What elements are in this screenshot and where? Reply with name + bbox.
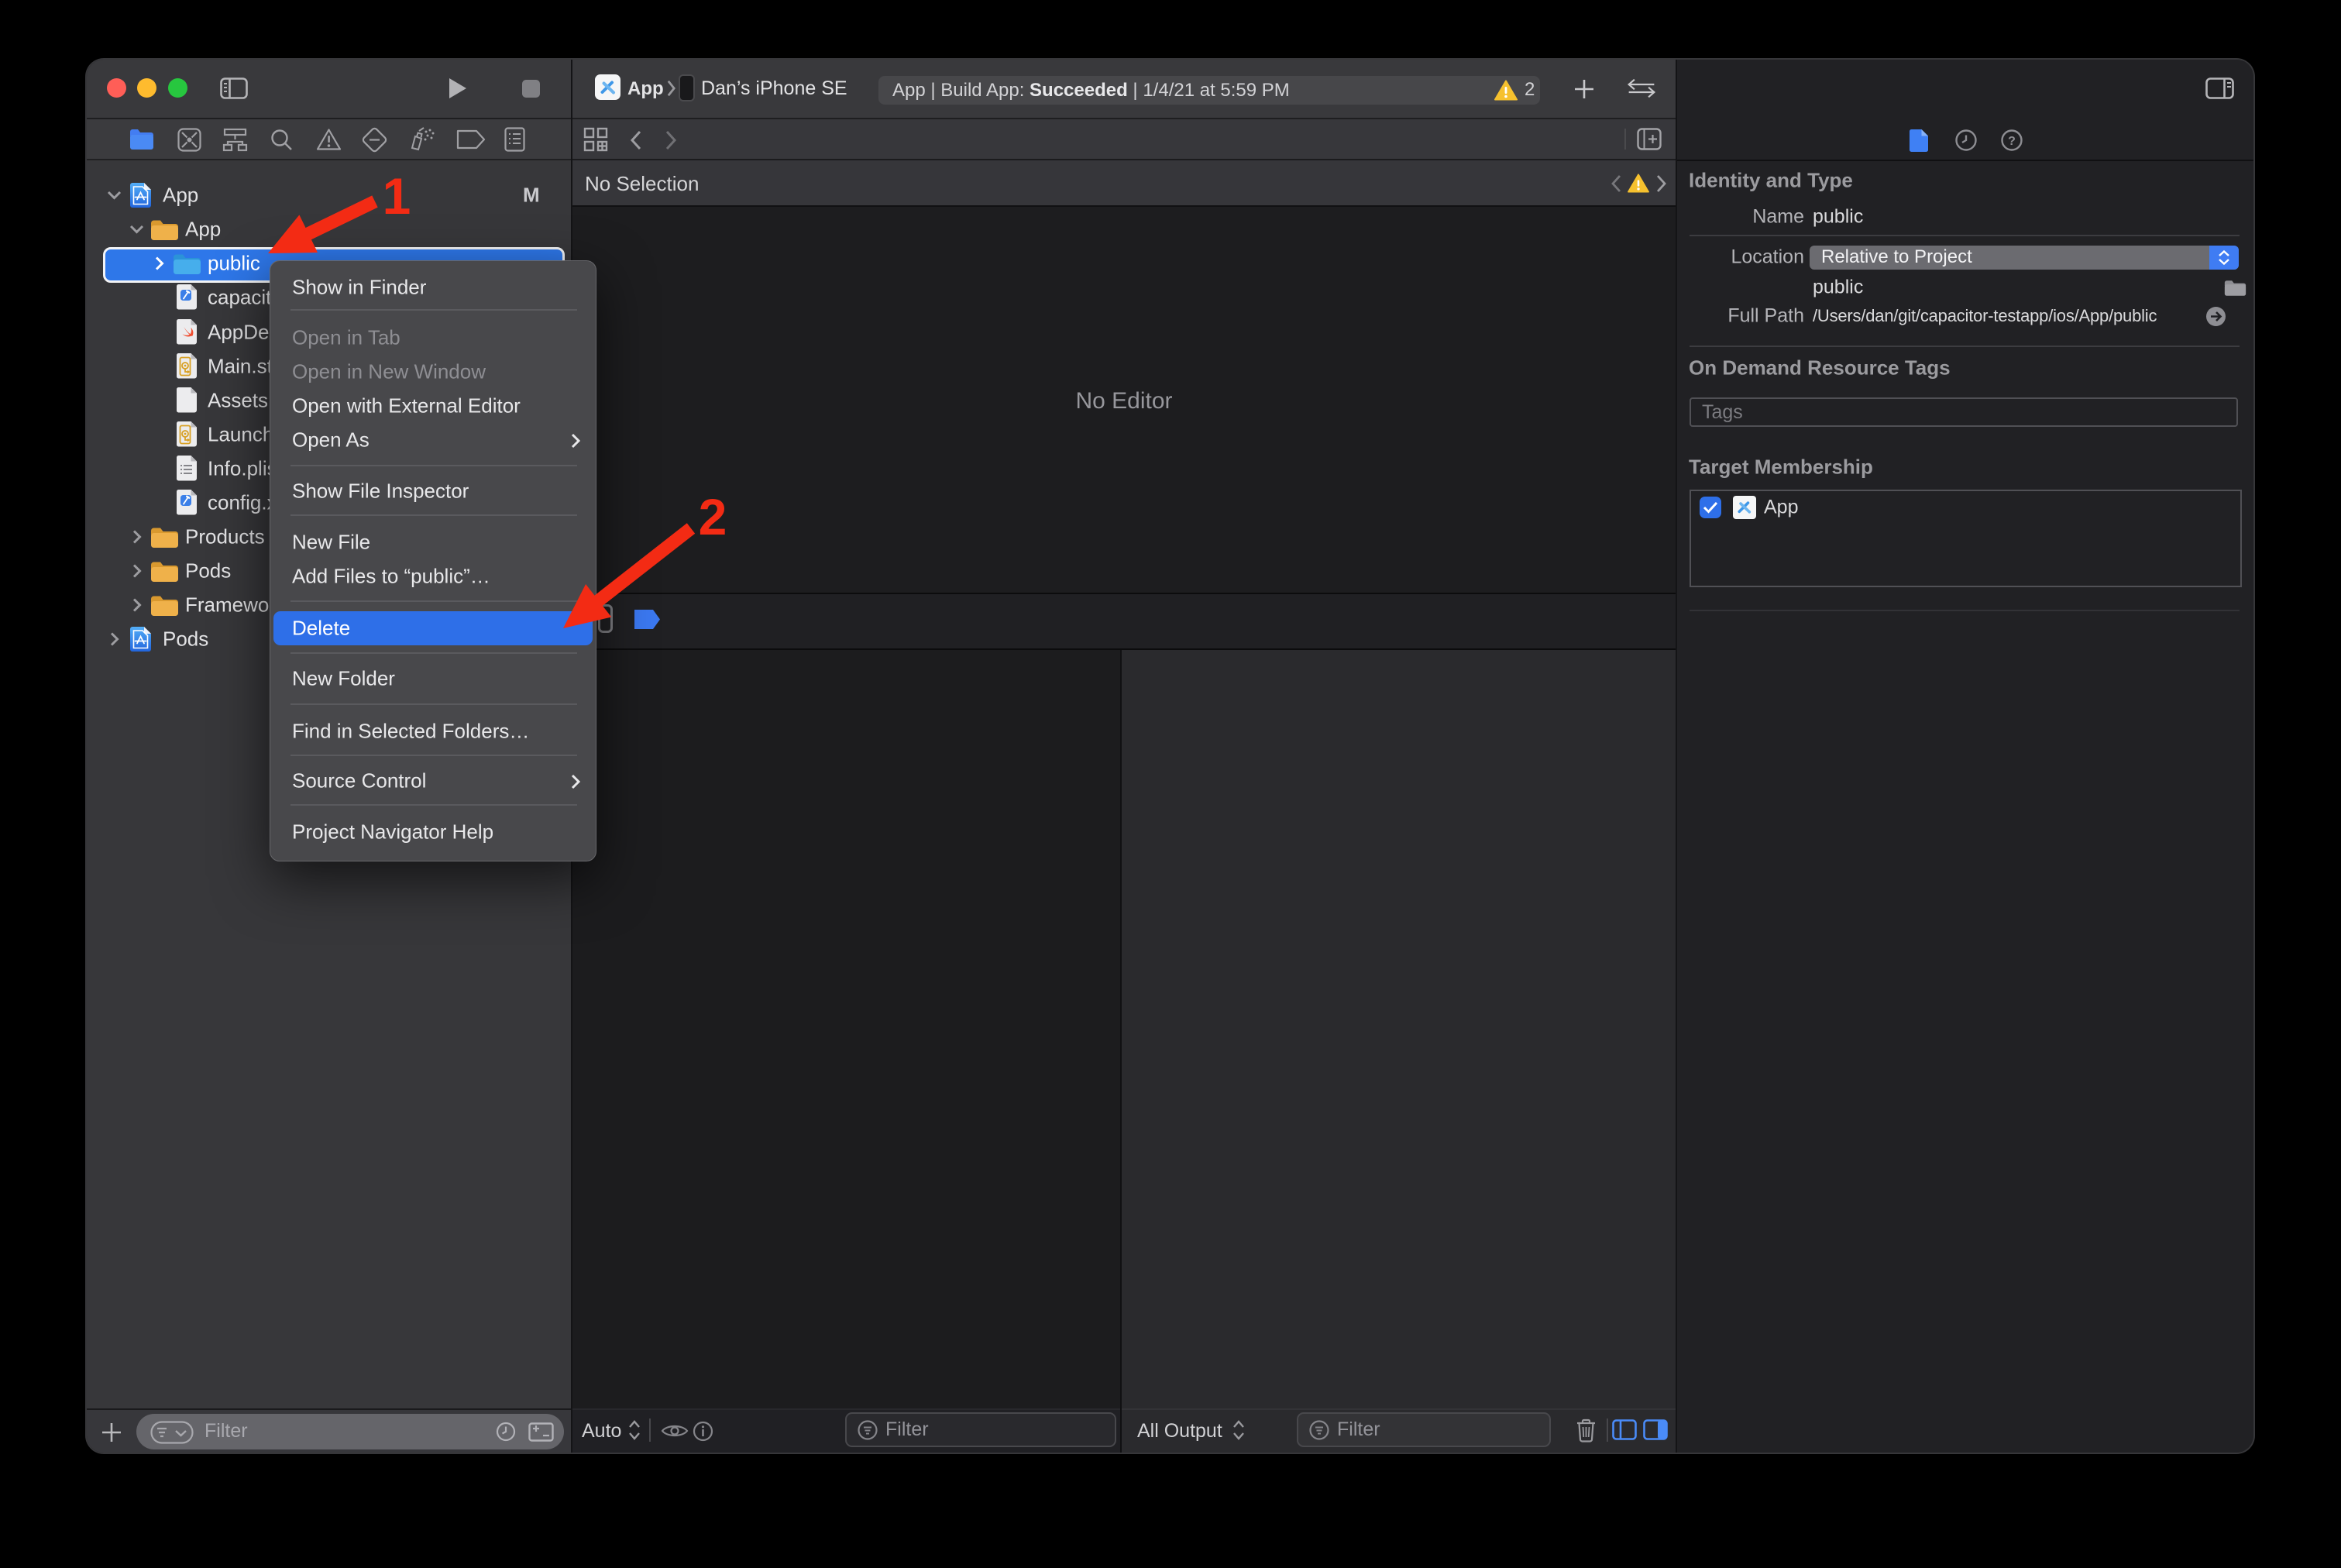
svg-text:?: ? <box>2008 135 2016 148</box>
